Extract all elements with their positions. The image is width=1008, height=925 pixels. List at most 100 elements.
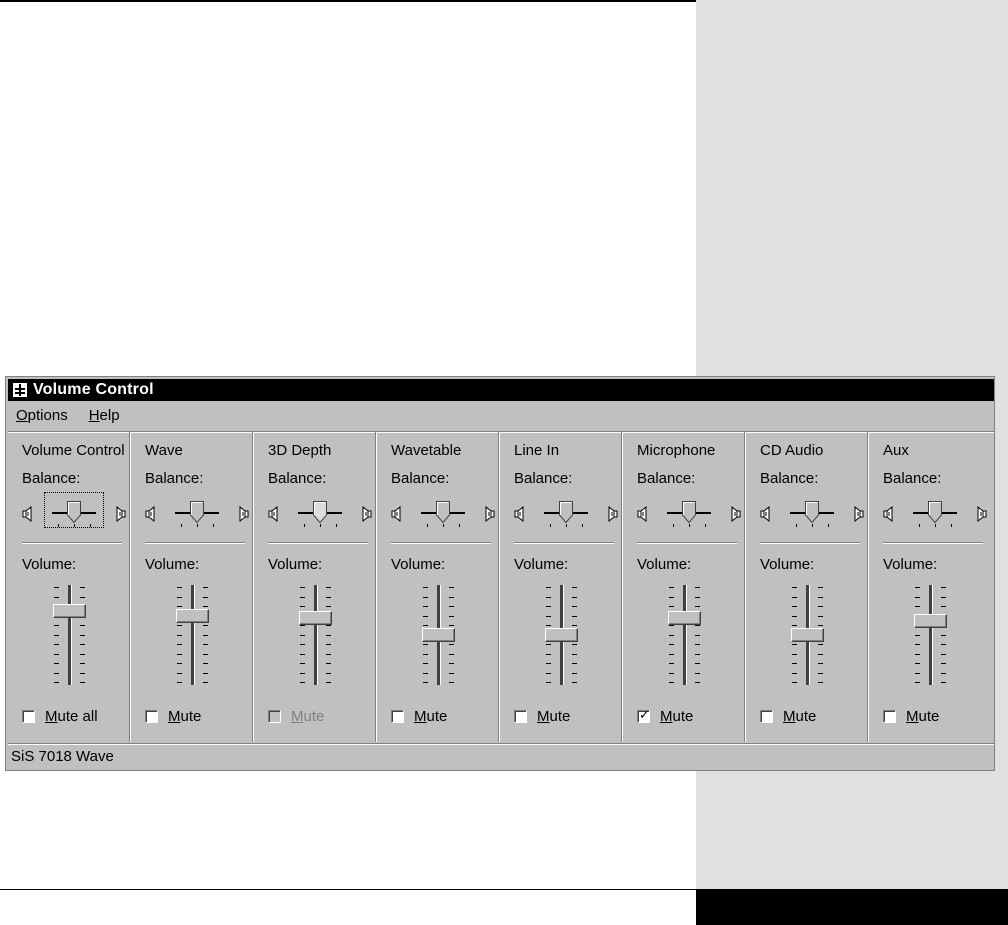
volume-thumb[interactable] <box>422 628 455 642</box>
mute-checkbox[interactable] <box>637 707 650 723</box>
bottom-tab <box>696 890 1008 925</box>
volume-slider[interactable] <box>909 582 959 688</box>
balance-thumb[interactable] <box>682 501 696 524</box>
mute-label: Mute all <box>45 708 98 725</box>
balance-slider[interactable] <box>145 498 249 528</box>
mute-checkbox-row[interactable]: Mute <box>637 707 694 725</box>
balance-slider[interactable] <box>391 498 495 528</box>
volume-thumb[interactable] <box>668 610 701 625</box>
volume-control-window: Volume Control Options Help Volume Contr… <box>5 376 995 771</box>
balance-label: Balance: <box>883 470 942 487</box>
balance-slider[interactable] <box>268 498 372 528</box>
balance-thumb[interactable] <box>436 501 450 524</box>
mute-checkbox-row[interactable]: Mute all <box>22 708 98 725</box>
volume-thumb[interactable] <box>176 609 209 624</box>
volume-slider[interactable] <box>171 582 221 688</box>
mute-label: Mute <box>537 708 571 725</box>
divider <box>514 542 614 544</box>
balance-ticks <box>425 524 461 528</box>
channel-name: Line In <box>514 442 560 459</box>
divider <box>145 542 245 544</box>
volume-thumb[interactable] <box>791 628 824 642</box>
balance-ticks <box>794 524 830 528</box>
mute-checkbox[interactable] <box>22 710 35 723</box>
balance-label: Balance: <box>514 470 573 487</box>
channel-name: Volume Control <box>22 442 125 459</box>
divider <box>391 542 491 544</box>
title-bar[interactable]: Volume Control <box>8 379 994 401</box>
menu-help[interactable]: Help <box>85 405 124 427</box>
mute-checkbox-row[interactable]: Mute <box>760 708 816 725</box>
volume-slider[interactable] <box>48 582 98 688</box>
channel-aux: Aux Balance: Volume: Mute <box>869 432 992 742</box>
volume-slider[interactable] <box>294 582 344 688</box>
mute-checkbox-row[interactable]: Mute <box>514 708 570 725</box>
mute-checkbox-row[interactable]: Mute <box>145 708 201 725</box>
volume-slider[interactable] <box>786 582 836 688</box>
divider <box>883 542 983 544</box>
volume-label: Volume: <box>391 556 446 573</box>
balance-label: Balance: <box>145 470 204 487</box>
channel-name: Microphone <box>637 442 716 459</box>
speaker-left-icon <box>637 505 649 523</box>
volume-label: Volume: <box>514 556 569 573</box>
volume-thumb[interactable] <box>914 614 947 629</box>
volume-label: Volume: <box>637 556 692 573</box>
mute-checkbox[interactable] <box>391 710 404 723</box>
channel-separator <box>375 432 377 742</box>
mute-label: Mute <box>783 708 817 725</box>
menu-options[interactable]: Options <box>12 405 72 427</box>
mute-label: Mute <box>414 708 448 725</box>
balance-thumb[interactable] <box>190 501 204 524</box>
speaker-right-icon <box>237 505 249 523</box>
speaker-left-icon <box>760 505 772 523</box>
channel-name: Aux <box>883 442 909 459</box>
balance-label: Balance: <box>760 470 819 487</box>
menu-bar: Options Help <box>12 405 137 427</box>
mute-checkbox-row[interactable]: Mute <box>883 708 939 725</box>
mute-label: Mute <box>660 708 694 725</box>
volume-track <box>314 585 318 685</box>
speaker-left-icon <box>391 505 403 523</box>
balance-slider[interactable] <box>883 498 987 528</box>
balance-thumb[interactable] <box>313 501 327 524</box>
channel-line-in: Line In Balance: Volume: Mute <box>500 432 623 742</box>
balance-slider[interactable] <box>22 492 126 528</box>
balance-thumb[interactable] <box>928 501 942 524</box>
balance-label: Balance: <box>268 470 327 487</box>
speaker-right-icon <box>729 505 741 523</box>
mute-checkbox[interactable] <box>514 710 527 723</box>
mute-checkbox[interactable] <box>760 710 773 723</box>
volume-slider[interactable] <box>540 582 590 688</box>
volume-label: Volume: <box>145 556 200 573</box>
mute-label: Mute <box>168 708 202 725</box>
mute-checkbox[interactable] <box>883 710 896 723</box>
volume-thumb[interactable] <box>299 610 332 625</box>
volume-label: Volume: <box>760 556 815 573</box>
speaker-right-icon <box>606 505 618 523</box>
volume-label: Volume: <box>268 556 323 573</box>
balance-ticks <box>917 524 953 528</box>
balance-thumb[interactable] <box>805 501 819 524</box>
volume-thumb[interactable] <box>53 603 86 618</box>
mute-checkbox-row[interactable]: Mute <box>391 708 447 725</box>
volume-label: Volume: <box>883 556 938 573</box>
balance-slider[interactable] <box>760 498 864 528</box>
status-bar: SiS 7018 Wave <box>8 743 994 768</box>
balance-thumb[interactable] <box>559 501 573 524</box>
volume-track <box>929 585 933 685</box>
balance-ticks <box>548 524 584 528</box>
channel-wave: Wave Balance: Volume: Mute <box>131 432 254 742</box>
volume-slider[interactable] <box>663 582 713 688</box>
volume-track <box>68 585 72 685</box>
speaker-left-icon <box>883 505 895 523</box>
divider <box>760 542 860 544</box>
balance-slider[interactable] <box>514 498 618 528</box>
volume-slider[interactable] <box>417 582 467 688</box>
balance-slider[interactable] <box>637 498 741 528</box>
channel-3d-depth: 3D Depth Balance: Volume: Mute <box>254 432 377 742</box>
speaker-right-icon <box>360 505 372 523</box>
mute-checkbox[interactable] <box>145 710 158 723</box>
volume-thumb[interactable] <box>545 628 578 642</box>
channel-volume-control: Volume Control Balance: Volume: Mute all <box>8 432 131 742</box>
